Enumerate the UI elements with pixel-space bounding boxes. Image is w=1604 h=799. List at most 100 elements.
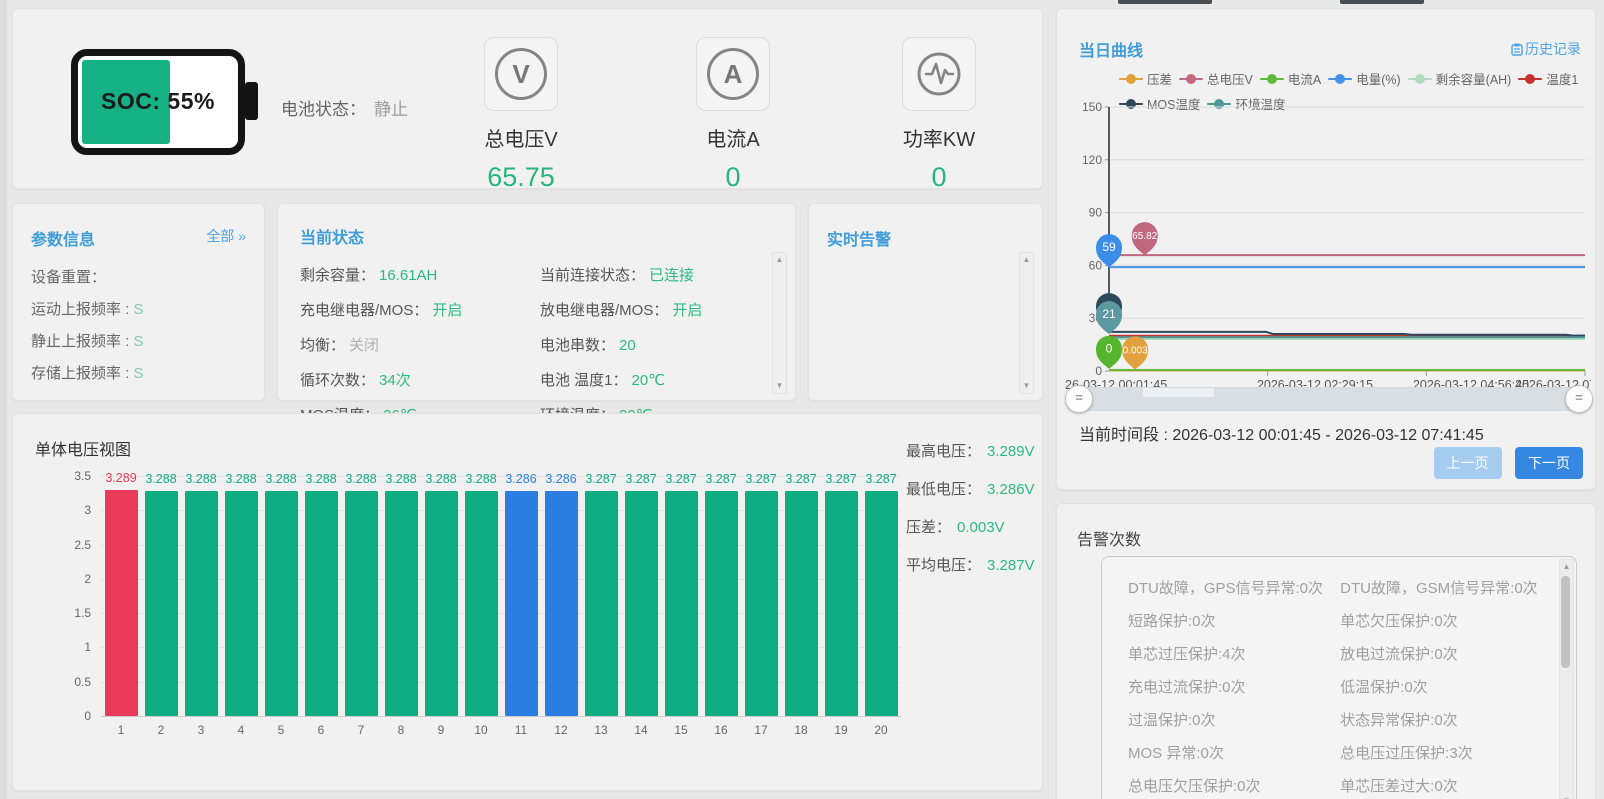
top-clipped-element <box>1340 0 1424 4</box>
svg-text:65.82: 65.82 <box>1132 231 1157 242</box>
legend-marker-icon <box>1119 74 1143 84</box>
status-scrollbar[interactable]: ▲ ▼ <box>772 252 787 394</box>
legend-label: 电流A <box>1288 69 1321 88</box>
scroll-up-icon[interactable]: ▲ <box>1020 253 1033 267</box>
voltage-bar <box>705 491 738 716</box>
bms-dashboard: SOC: 55% 电池状态：静止 V总电压V65.75A电流A0功率KW0 参数… <box>0 0 1604 799</box>
voltage-bar <box>265 491 298 716</box>
top-clipped-element <box>1118 0 1212 4</box>
metric-label: 电流A <box>653 123 813 152</box>
legend-label: 电量(%) <box>1356 69 1400 88</box>
legend-marker-icon <box>1179 74 1203 84</box>
metric-voltage: V总电压V65.75 <box>441 37 601 193</box>
alarm-counts-title: 告警次数 <box>1077 526 1141 550</box>
voltage-bar <box>145 491 178 716</box>
scroll-down-icon[interactable]: ▼ <box>1020 379 1033 393</box>
scroll-down-icon[interactable]: ▼ <box>1560 794 1573 799</box>
prev-page-button[interactable]: 上一页 <box>1434 447 1502 479</box>
alarm-count-item: 状态异常保护:0次 <box>1340 709 1536 730</box>
param-label: 存储上报频率 : <box>31 365 129 382</box>
alerts-panel: 实时告警 ▲ ▼ <box>808 203 1043 401</box>
metric-value: 65.75 <box>441 162 601 193</box>
history-link[interactable]: 历史记录 <box>1511 39 1581 59</box>
gridline <box>101 613 901 614</box>
legend-item[interactable]: 剩余容量(AH) <box>1408 69 1512 88</box>
voltage-bar <box>505 491 538 716</box>
scroll-up-icon[interactable]: ▲ <box>773 253 786 267</box>
stat-value: 0.003V <box>957 519 1005 536</box>
voltage-bar <box>305 491 338 716</box>
x-axis-tick: 20 <box>861 723 901 737</box>
x-axis-tick: 4 <box>221 723 261 737</box>
status-value: 16.61AH <box>379 267 437 284</box>
x-axis-tick: 5 <box>261 723 301 737</box>
legend-item[interactable]: 压差 <box>1119 69 1172 88</box>
legend-item[interactable]: 电量(%) <box>1328 69 1400 88</box>
voltage-stat: 压差：0.003V <box>906 516 1035 537</box>
svg-text:59: 59 <box>1102 240 1116 254</box>
alerts-scrollbar[interactable]: ▲ ▼ <box>1019 252 1034 394</box>
status-row: 均衡：关闭 <box>300 334 540 355</box>
alarm-count-item: MOS 异常:0次 <box>1128 742 1340 763</box>
metric-label: 总电压V <box>441 123 601 152</box>
alarm-scroll-thumb[interactable] <box>1561 576 1570 668</box>
x-axis-tick: 11 <box>501 723 541 737</box>
metric-current: A电流A0 <box>653 37 813 193</box>
bar-value-label: 3.287 <box>858 472 904 486</box>
x-axis-tick: 18 <box>781 723 821 737</box>
battery-status-label: 电池状态： <box>281 100 366 119</box>
legend-item[interactable]: 温度1 <box>1518 69 1578 88</box>
cell-chart-title: 单体电压视图 <box>35 436 131 460</box>
status-label: 均衡： <box>300 337 345 354</box>
metric-power: 功率KW0 <box>859 37 1019 193</box>
x-axis-tick: 16 <box>701 723 741 737</box>
voltage-bar <box>345 491 378 716</box>
voltage-bar <box>105 490 138 716</box>
params-all-link[interactable]: 全部 » <box>206 226 246 250</box>
params-title: 参数信息 <box>31 226 95 250</box>
stat-label: 最高电压： <box>906 443 981 460</box>
time-range: 当前时间段 : 2026-03-12 00:01:45 - 2026-03-12… <box>1079 421 1484 445</box>
svg-text:60: 60 <box>1089 258 1103 272</box>
status-value: 开启 <box>432 302 462 319</box>
alarm-counts-panel: 告警次数 DTU故障，GPS信号异常:0次DTU故障，GSM信号异常:0次短路保… <box>1056 503 1596 799</box>
legend-marker-icon <box>1328 74 1352 84</box>
datazoom-left-handle[interactable]: = <box>1065 385 1093 413</box>
alarm-counts-list: DTU故障，GPS信号异常:0次DTU故障，GSM信号异常:0次短路保护:0次单… <box>1102 557 1576 799</box>
legend-item[interactable]: 电流A <box>1260 69 1321 88</box>
stat-value: 3.286V <box>987 481 1035 498</box>
param-row: 设备重置： <box>31 266 246 287</box>
x-axis-tick: 19 <box>821 723 861 737</box>
daily-curve-panel: 当日曲线 历史记录 压差总电压V电流A电量(%)剩余容量(AH)温度1MOS温度… <box>1056 8 1596 490</box>
daily-curve-title: 当日曲线 <box>1079 37 1143 61</box>
status-row: 循环次数：34次 <box>300 369 540 390</box>
status-panel: 当前状态 剩余容量：16.61AH充电继电器/MOS：开启均衡：关闭循环次数：3… <box>277 203 796 401</box>
status-value: 34次 <box>379 372 411 389</box>
next-page-button[interactable]: 下一页 <box>1515 447 1583 479</box>
datazoom-slider[interactable]: = = <box>1077 387 1581 411</box>
param-row: 运动上报频率 : S <box>31 298 246 319</box>
svg-text:0: 0 <box>1095 364 1102 378</box>
status-label: 当前连接状态： <box>540 267 645 284</box>
status-value: 已连接 <box>649 267 694 284</box>
legend-label: 压差 <box>1147 69 1172 88</box>
param-row: 静止上报频率 : S <box>31 330 246 351</box>
x-axis-tick: 8 <box>381 723 421 737</box>
datazoom-right-handle[interactable]: = <box>1565 385 1593 413</box>
scroll-down-icon[interactable]: ▼ <box>773 379 786 393</box>
svg-text:21: 21 <box>1102 307 1116 321</box>
stat-label: 平均电压： <box>906 557 981 574</box>
x-axis-tick: 12 <box>541 723 581 737</box>
y-axis-tick: 3.5 <box>74 469 91 483</box>
status-row: 放电继电器/MOS：开启 <box>540 299 770 320</box>
status-label: 剩余容量： <box>300 267 375 284</box>
alarm-scrollbar[interactable]: ▲ ▼ <box>1559 559 1574 799</box>
alarm-count-item: 低温保护:0次 <box>1340 676 1536 697</box>
legend-marker-icon <box>1408 74 1432 84</box>
legend-item[interactable]: 总电压V <box>1179 69 1253 88</box>
x-axis-tick: 3 <box>181 723 221 737</box>
params-panel: 参数信息 全部 » 设备重置： 运动上报频率 : S 静止上报频率 : S 存储上报… <box>12 203 265 401</box>
scroll-up-icon[interactable]: ▲ <box>1560 560 1573 574</box>
status-value: 关闭 <box>349 337 379 354</box>
y-axis-tick: 1.5 <box>74 606 91 620</box>
